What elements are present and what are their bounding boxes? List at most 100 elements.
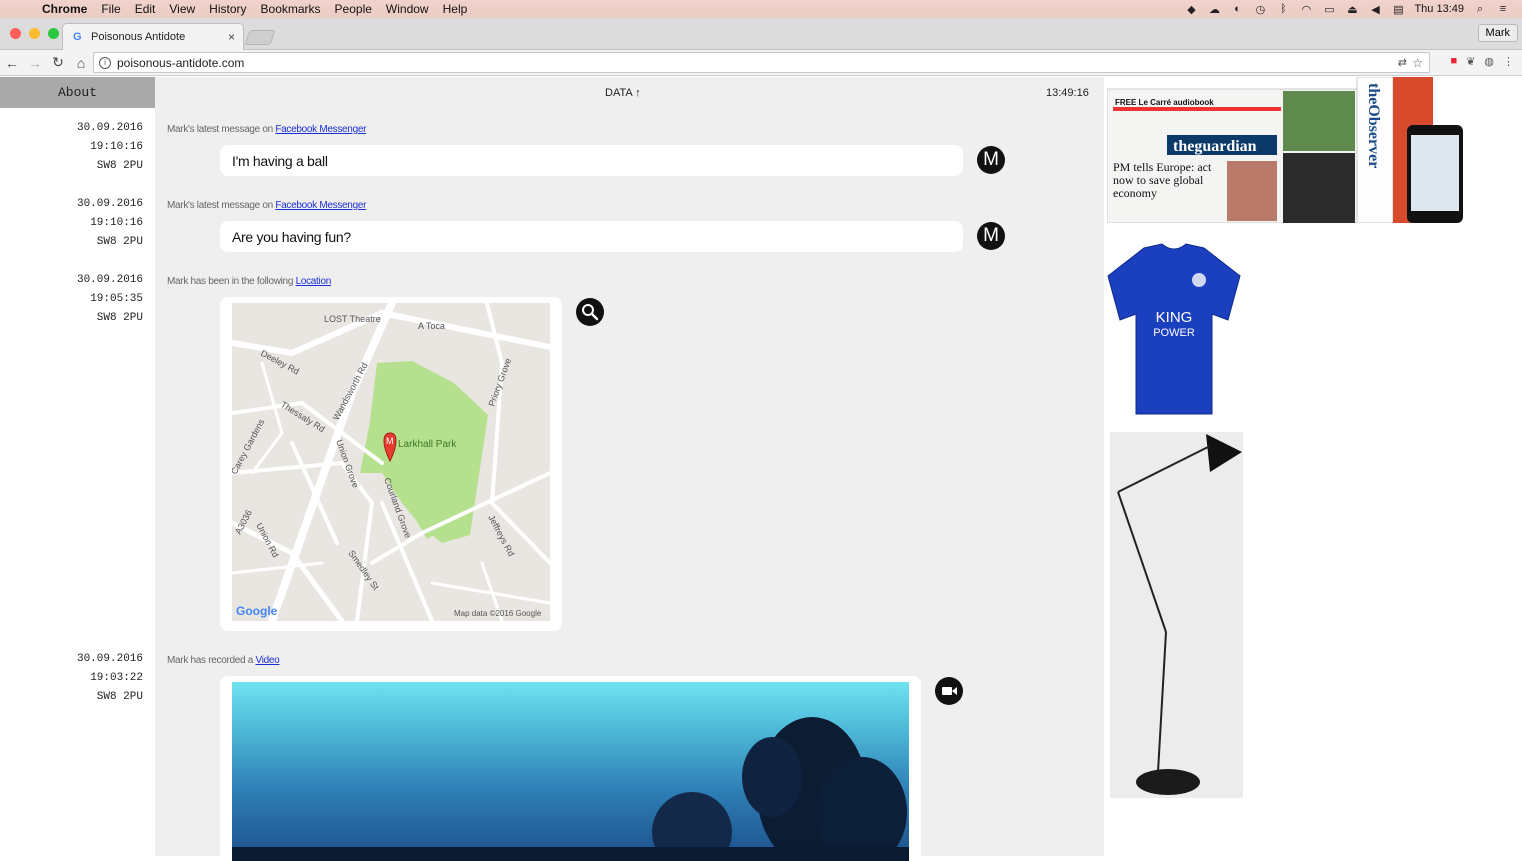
tab-strip: G Poisonous Antidote × Mark [0, 18, 1522, 50]
search-icon [582, 304, 599, 321]
news-free-text: FREE Le Carré audiobook [1115, 98, 1214, 107]
chrome-menu-icon[interactable]: ⋮ [1503, 55, 1514, 68]
info-icon[interactable]: i [99, 56, 111, 69]
volume-icon[interactable]: ◀ [1368, 3, 1382, 16]
extension-red-icon[interactable]: ■ [1451, 55, 1458, 68]
caption-text: Mark's latest message on [167, 124, 276, 135]
macos-menubar: Chrome File Edit View History Bookmarks … [0, 0, 1522, 18]
extension-globe-icon[interactable]: ◍ [1484, 55, 1494, 68]
about-button[interactable]: About [0, 77, 155, 108]
menu-file[interactable]: File [101, 2, 120, 16]
map-label-lost: LOST Theatre [324, 314, 381, 324]
football-shirt-image[interactable]: KING POWER [1104, 242, 1244, 418]
eject-icon[interactable]: ⏏ [1345, 3, 1359, 16]
football-shirt-graphic: KING POWER [1107, 243, 1241, 415]
video-link[interactable]: Video [256, 655, 280, 666]
entry-date: 30.09.2016 [76, 653, 143, 665]
extensions: ■ ❦ ◍ ⋮ [1451, 55, 1514, 68]
facebook-messenger-link[interactable]: Facebook Messenger [275, 124, 366, 135]
data-sort-header[interactable]: DATA ↑ [605, 87, 641, 99]
menu-history[interactable]: History [209, 2, 246, 16]
menu-window[interactable]: Window [386, 2, 429, 16]
menu-people[interactable]: People [335, 2, 372, 16]
object-images: FREE Le Carré audiobook theguardian PM t… [1104, 76, 1522, 856]
shirt-text-1: KING [1156, 309, 1193, 326]
bluetooth-icon[interactable]: ᛒ [1276, 3, 1290, 15]
flag-icon[interactable]: ▤ [1391, 3, 1405, 16]
minimize-window-button[interactable] [29, 28, 40, 39]
entry-meta: 30.09.2016 19:10:16 SW8 2PU [0, 195, 143, 252]
video-player[interactable] [232, 682, 909, 861]
profile-button[interactable]: Mark [1477, 24, 1518, 42]
home-icon[interactable]: ⌂ [70, 55, 92, 71]
window-controls [10, 28, 59, 39]
menu-bookmarks[interactable]: Bookmarks [261, 2, 321, 16]
video-camera-icon [942, 687, 957, 695]
bookmark-star-icon[interactable]: ☆ [1412, 56, 1423, 70]
close-window-button[interactable] [10, 28, 21, 39]
newspaper-graphic: FREE Le Carré audiobook theguardian PM t… [1106, 76, 1463, 224]
menu-view[interactable]: View [169, 2, 195, 16]
translate-icon[interactable]: ⇄ [1398, 56, 1407, 69]
forward-icon[interactable]: → [24, 55, 46, 71]
map-canvas: LOST Theatre A Toca Deeley Rd Wandsworth… [232, 303, 550, 621]
map-label-toca: A Toca [418, 321, 445, 331]
back-icon[interactable]: ← [1, 55, 23, 71]
menu-app[interactable]: Chrome [42, 2, 87, 16]
url-text[interactable]: poisonous-antidote.com [117, 56, 244, 70]
entry-caption: Mark has been in the following Location [167, 276, 331, 287]
video-card [220, 676, 921, 861]
menubar-status: ◆ ☁ ◐ ◷ ᛒ ◠ ▭ ⏏ ◀ ▤ Thu 13:49 ⌕ ≡ [1184, 0, 1510, 18]
map-card: LOST Theatre A Toca Deeley Rd Wandsworth… [220, 297, 562, 631]
cloud-icon[interactable]: ☁ [1207, 3, 1221, 16]
new-tab-button[interactable] [244, 30, 276, 45]
entry-date: 30.09.2016 [76, 274, 143, 286]
zoom-window-button[interactable] [48, 28, 59, 39]
extension-leaf-icon[interactable]: ❦ [1466, 55, 1475, 68]
desk-lamp-image[interactable] [1110, 432, 1243, 798]
entry-caption: Mark's latest message on Facebook Messen… [167, 124, 366, 135]
newspaper-image[interactable]: FREE Le Carré audiobook theguardian PM t… [1106, 76, 1463, 224]
airplay-icon[interactable]: ▭ [1322, 3, 1336, 16]
entry-time: 19:10:16 [90, 141, 143, 153]
menu-edit[interactable]: Edit [135, 2, 156, 16]
entry-meta: 30.09.2016 19:10:16 SW8 2PU [0, 119, 143, 176]
wifi-icon[interactable]: ◠ [1299, 3, 1313, 16]
google-map[interactable]: LOST Theatre A Toca Deeley Rd Wandsworth… [232, 303, 550, 621]
menu-help[interactable]: Help [443, 2, 468, 16]
entry-date: 30.09.2016 [76, 122, 143, 134]
location-link[interactable]: Location [296, 276, 332, 287]
tab-poisonous-antidote[interactable]: G Poisonous Antidote × [62, 23, 244, 50]
video-camera-button[interactable] [935, 677, 963, 705]
sync-icon[interactable]: ◐ [1230, 3, 1244, 15]
menubar-clock[interactable]: Thu 13:49 [1414, 3, 1464, 15]
entry-date: 30.09.2016 [76, 198, 143, 210]
reload-icon[interactable]: ↻ [47, 54, 69, 71]
time-machine-icon[interactable]: ◷ [1253, 3, 1267, 16]
avatar[interactable]: M [977, 146, 1005, 174]
shirt-text-2: POWER [1153, 327, 1195, 339]
data-feed: DATA ↑ 13:49:16 Mark's latest message on… [155, 77, 1104, 861]
video-frame [232, 717, 909, 861]
map-pin-label: M [386, 436, 394, 446]
entry-time: 19:03:22 [90, 672, 143, 684]
timestamp-column: About 30.09.2016 19:10:16 SW8 2PU 30.09.… [0, 77, 155, 856]
facebook-messenger-link[interactable]: Facebook Messenger [275, 200, 366, 211]
dropbox-icon[interactable]: ◆ [1184, 3, 1198, 16]
notification-center-icon[interactable]: ≡ [1496, 3, 1510, 15]
spotlight-icon[interactable]: ⌕ [1473, 3, 1487, 15]
map-search-button[interactable] [576, 298, 604, 326]
message-bubble: Are you having fun? [220, 221, 963, 252]
page-content: About 30.09.2016 19:10:16 SW8 2PU 30.09.… [0, 76, 1522, 861]
address-bar[interactable]: i poisonous-antidote.com ⇄ ☆ [93, 52, 1430, 73]
avatar[interactable]: M [977, 222, 1005, 250]
news-headline: PM tells Europe: act now to save global … [1113, 161, 1212, 200]
caption-text: Mark has recorded a [167, 655, 256, 666]
browser-toolbar: ← → ↻ ⌂ i poisonous-antidote.com ⇄ ☆ ■ ❦… [0, 50, 1522, 76]
map-label-park: Larkhall Park [398, 439, 457, 450]
entry-postcode: SW8 2PU [96, 312, 143, 324]
google-logo: Google [236, 604, 278, 618]
tab-close-icon[interactable]: × [228, 30, 235, 44]
message-bubble: I'm having a ball [220, 145, 963, 176]
entry-postcode: SW8 2PU [96, 160, 143, 172]
